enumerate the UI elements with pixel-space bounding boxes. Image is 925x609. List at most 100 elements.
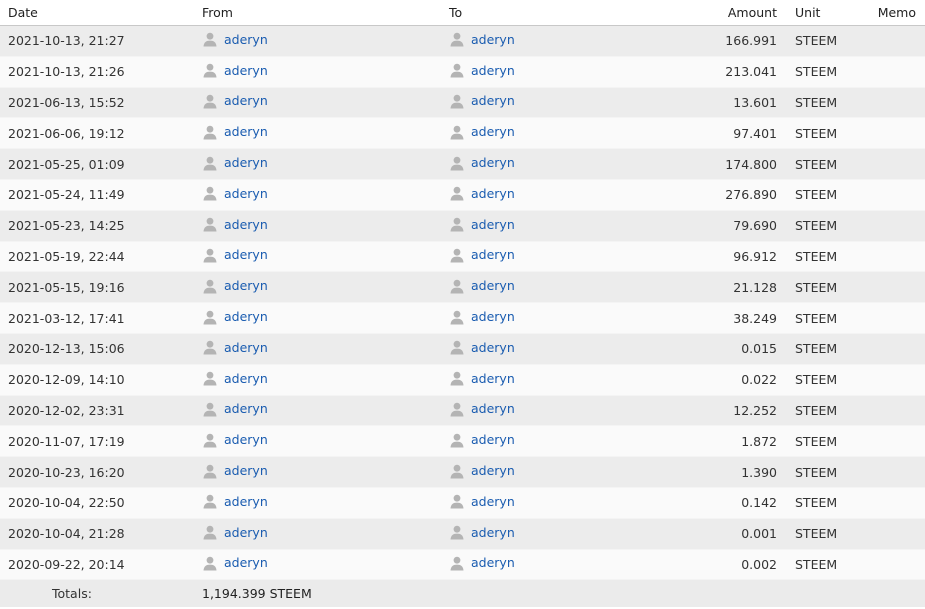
cell-memo bbox=[845, 487, 925, 519]
cell-amount: 0.142 bbox=[689, 487, 785, 519]
cell-to: aderyn bbox=[441, 364, 689, 396]
from-username[interactable]: aderyn bbox=[224, 309, 268, 324]
from-username[interactable]: aderyn bbox=[224, 401, 268, 416]
to-username[interactable]: aderyn bbox=[471, 93, 515, 108]
from-username[interactable]: aderyn bbox=[224, 371, 268, 386]
user-avatar-icon bbox=[202, 31, 218, 47]
from-user-link[interactable]: aderyn bbox=[202, 401, 268, 417]
header-amount[interactable]: Amount bbox=[689, 0, 785, 26]
from-user-link[interactable]: aderyn bbox=[202, 370, 268, 386]
to-user-link[interactable]: aderyn bbox=[449, 309, 515, 325]
from-username[interactable]: aderyn bbox=[224, 278, 268, 293]
user-avatar-icon bbox=[202, 93, 218, 109]
cell-date: 2021-05-23, 14:25 bbox=[0, 210, 194, 242]
to-username[interactable]: aderyn bbox=[471, 401, 515, 416]
from-user-link[interactable]: aderyn bbox=[202, 155, 268, 171]
cell-date: 2020-12-13, 15:06 bbox=[0, 333, 194, 365]
cell-unit: STEEM bbox=[785, 487, 845, 519]
from-username[interactable]: aderyn bbox=[224, 155, 268, 170]
header-from[interactable]: From bbox=[194, 0, 441, 26]
from-user-link[interactable]: aderyn bbox=[202, 555, 268, 571]
from-username[interactable]: aderyn bbox=[224, 555, 268, 570]
to-user-link[interactable]: aderyn bbox=[449, 432, 515, 448]
to-username[interactable]: aderyn bbox=[471, 371, 515, 386]
header-memo[interactable]: Memo bbox=[845, 0, 925, 26]
from-username[interactable]: aderyn bbox=[224, 247, 268, 262]
to-username[interactable]: aderyn bbox=[471, 155, 515, 170]
cell-from: aderyn bbox=[194, 425, 441, 458]
from-username[interactable]: aderyn bbox=[224, 432, 268, 447]
to-user-link[interactable]: aderyn bbox=[449, 524, 515, 540]
to-user-link[interactable]: aderyn bbox=[449, 555, 515, 571]
table-row: 2020-10-04, 22:50 aderyn aderyn 0.142 STEEM bbox=[0, 487, 925, 519]
to-username[interactable]: aderyn bbox=[471, 525, 515, 540]
from-username[interactable]: aderyn bbox=[224, 525, 268, 540]
to-user-link[interactable]: aderyn bbox=[449, 62, 515, 78]
to-username[interactable]: aderyn bbox=[471, 463, 515, 478]
from-username[interactable]: aderyn bbox=[224, 32, 268, 47]
cell-from: aderyn bbox=[194, 456, 441, 488]
to-user-link[interactable]: aderyn bbox=[449, 493, 515, 509]
from-username[interactable]: aderyn bbox=[224, 217, 268, 232]
to-username[interactable]: aderyn bbox=[471, 432, 515, 447]
to-username[interactable]: aderyn bbox=[471, 309, 515, 324]
from-username[interactable]: aderyn bbox=[224, 93, 268, 108]
to-user-link[interactable]: aderyn bbox=[449, 155, 515, 171]
table-body: 2021-10-13, 21:27 aderyn aderyn 166.991 STEE… bbox=[0, 25, 925, 581]
from-user-link[interactable]: aderyn bbox=[202, 339, 268, 355]
to-username[interactable]: aderyn bbox=[471, 186, 515, 201]
cell-to: aderyn bbox=[441, 87, 689, 119]
from-username[interactable]: aderyn bbox=[224, 186, 268, 201]
to-username[interactable]: aderyn bbox=[471, 555, 515, 570]
from-user-link[interactable]: aderyn bbox=[202, 31, 268, 47]
to-username[interactable]: aderyn bbox=[471, 217, 515, 232]
from-user-link[interactable]: aderyn bbox=[202, 524, 268, 540]
from-user-link[interactable]: aderyn bbox=[202, 493, 268, 509]
from-user-link[interactable]: aderyn bbox=[202, 124, 268, 140]
to-username[interactable]: aderyn bbox=[471, 63, 515, 78]
to-user-link[interactable]: aderyn bbox=[449, 401, 515, 417]
to-username[interactable]: aderyn bbox=[471, 32, 515, 47]
to-username[interactable]: aderyn bbox=[471, 278, 515, 293]
from-user-link[interactable]: aderyn bbox=[202, 432, 268, 448]
cell-amount: 166.991 bbox=[689, 25, 785, 57]
from-user-link[interactable]: aderyn bbox=[202, 463, 268, 479]
from-user-link[interactable]: aderyn bbox=[202, 62, 268, 78]
to-user-link[interactable]: aderyn bbox=[449, 216, 515, 232]
to-user-link[interactable]: aderyn bbox=[449, 370, 515, 386]
header-unit[interactable]: Unit bbox=[785, 0, 845, 26]
cell-from: aderyn bbox=[194, 25, 441, 57]
to-user-link[interactable]: aderyn bbox=[449, 31, 515, 47]
cell-unit: STEEM bbox=[785, 518, 845, 550]
user-avatar-icon bbox=[202, 339, 218, 355]
to-user-link[interactable]: aderyn bbox=[449, 278, 515, 294]
to-user-link[interactable]: aderyn bbox=[449, 463, 515, 479]
from-username[interactable]: aderyn bbox=[224, 63, 268, 78]
from-username[interactable]: aderyn bbox=[224, 340, 268, 355]
user-avatar-icon bbox=[449, 401, 465, 417]
to-username[interactable]: aderyn bbox=[471, 340, 515, 355]
to-username[interactable]: aderyn bbox=[471, 124, 515, 139]
from-user-link[interactable]: aderyn bbox=[202, 247, 268, 263]
header-date[interactable]: Date bbox=[0, 0, 194, 26]
to-user-link[interactable]: aderyn bbox=[449, 93, 515, 109]
from-username[interactable]: aderyn bbox=[224, 463, 268, 478]
from-username[interactable]: aderyn bbox=[224, 124, 268, 139]
to-username[interactable]: aderyn bbox=[471, 494, 515, 509]
to-username[interactable]: aderyn bbox=[471, 247, 515, 262]
from-user-link[interactable]: aderyn bbox=[202, 309, 268, 325]
to-user-link[interactable]: aderyn bbox=[449, 185, 515, 201]
cell-from: aderyn bbox=[194, 302, 441, 334]
to-user-link[interactable]: aderyn bbox=[449, 124, 515, 140]
user-avatar-icon bbox=[202, 247, 218, 263]
from-username[interactable]: aderyn bbox=[224, 494, 268, 509]
to-user-link[interactable]: aderyn bbox=[449, 339, 515, 355]
cell-unit: STEEM bbox=[785, 395, 845, 427]
header-to[interactable]: To bbox=[441, 0, 689, 26]
cell-amount: 13.601 bbox=[689, 87, 785, 119]
from-user-link[interactable]: aderyn bbox=[202, 185, 268, 201]
from-user-link[interactable]: aderyn bbox=[202, 216, 268, 232]
from-user-link[interactable]: aderyn bbox=[202, 278, 268, 294]
to-user-link[interactable]: aderyn bbox=[449, 247, 515, 263]
from-user-link[interactable]: aderyn bbox=[202, 93, 268, 109]
